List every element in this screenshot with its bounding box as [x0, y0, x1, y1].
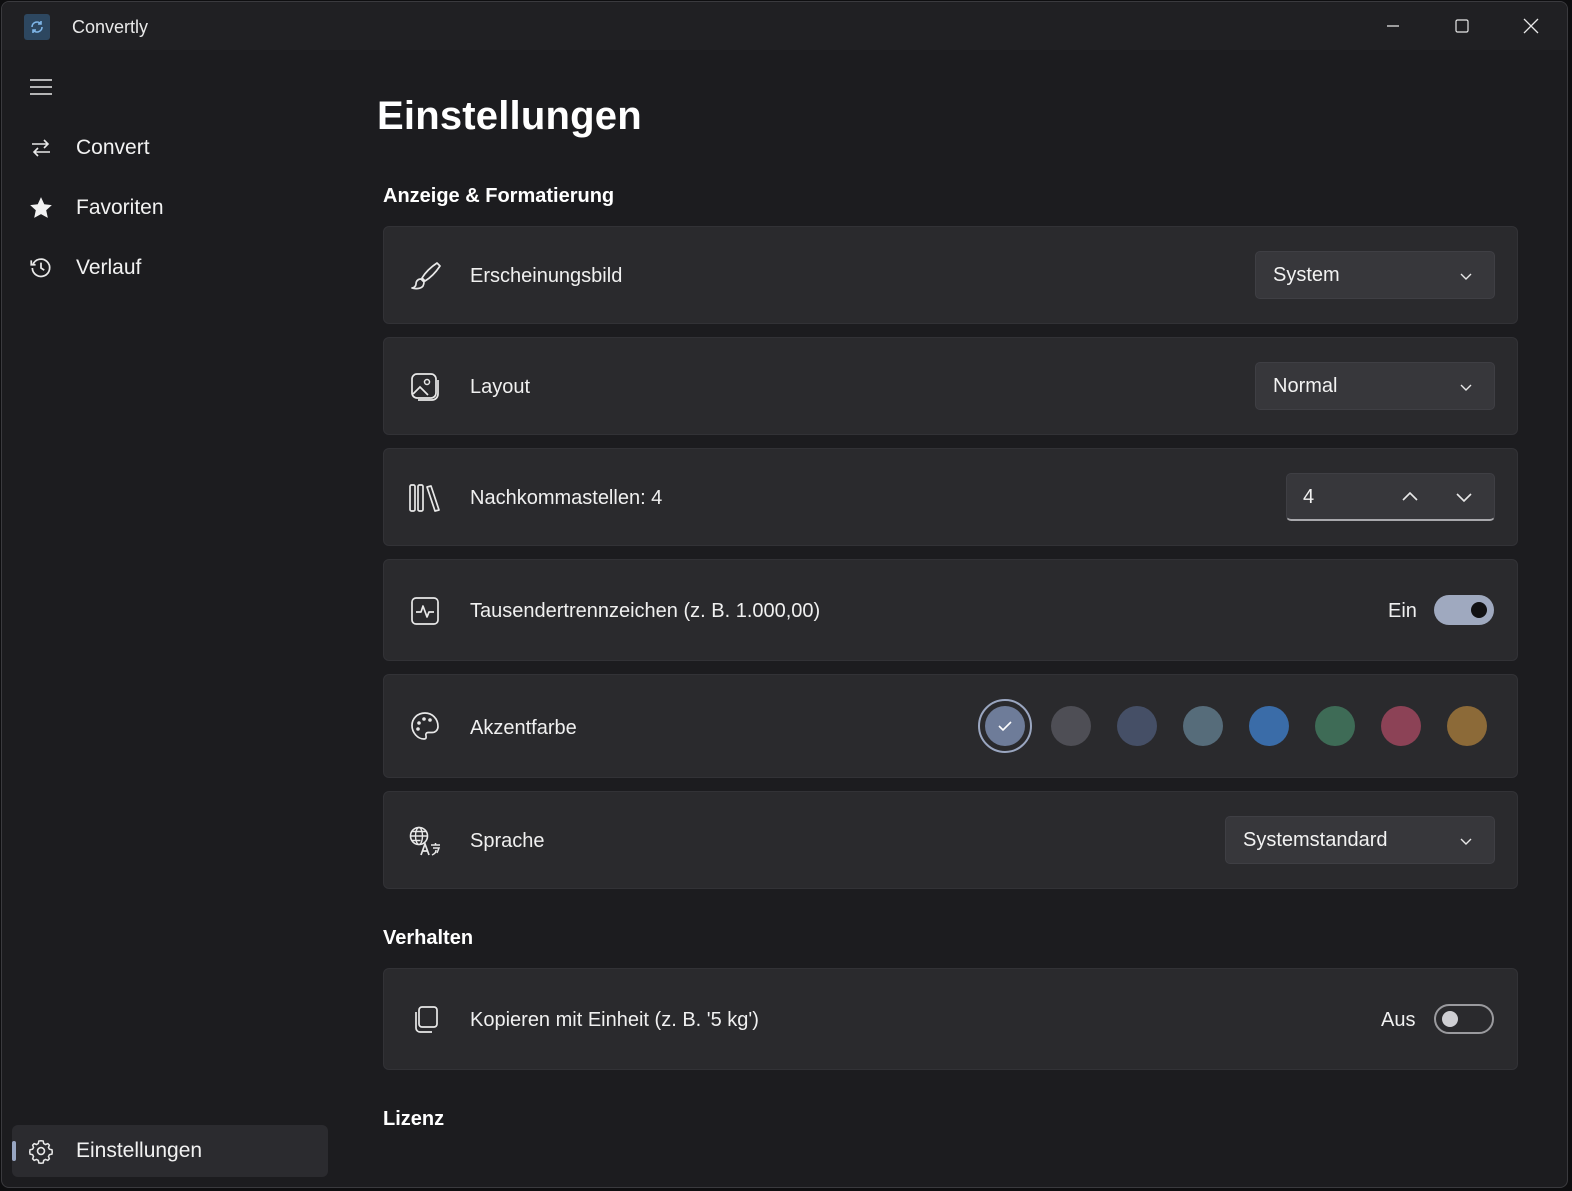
pulse-icon [408, 594, 442, 628]
app-logo-icon [24, 14, 50, 40]
decimals-stepper[interactable]: 4 [1286, 473, 1495, 521]
sidebar-item-verlauf[interactable]: Verlauf [12, 242, 328, 294]
maximize-icon [1455, 19, 1469, 33]
stepper-value: 4 [1303, 486, 1315, 508]
checkmark-icon [998, 721, 1012, 732]
setting-label: Nachkommastellen: 4 [470, 487, 663, 509]
setting-label: Erscheinungsbild [470, 265, 623, 287]
setting-card-thousands: Tausendertrennzeichen (z. B. 1.000,00) E… [383, 559, 1518, 661]
accent-swatch-7[interactable] [1447, 706, 1487, 746]
setting-card-decimals: Nachkommastellen: 4 4 [383, 448, 1518, 546]
history-icon [28, 255, 54, 281]
minimize-button[interactable] [1359, 2, 1427, 50]
setting-label: Sprache [470, 830, 545, 852]
brush-icon [408, 259, 442, 293]
accent-swatch-2[interactable] [1117, 706, 1157, 746]
library-icon [408, 481, 442, 515]
appearance-dropdown[interactable]: System [1255, 251, 1495, 299]
palette-icon [408, 709, 442, 743]
section-header-license: Lizenz [383, 1108, 445, 1130]
arrows-swap-icon [28, 135, 54, 161]
app-title: Convertly [72, 17, 149, 37]
sidebar-item-favoriten[interactable]: Favoriten [12, 182, 328, 234]
chevron-up-icon [1402, 491, 1418, 501]
chevron-down-icon [1460, 838, 1472, 845]
toggle-knob [1442, 1011, 1458, 1027]
sidebar-item-convert[interactable]: Convert [12, 122, 328, 174]
accent-swatch-6[interactable] [1381, 706, 1421, 746]
layout-dropdown[interactable]: Normal [1255, 362, 1495, 410]
toggle-knob [1471, 602, 1487, 618]
hamburger-menu-button[interactable] [24, 72, 58, 102]
setting-card-appearance: Erscheinungsbild System [383, 226, 1518, 324]
close-button[interactable] [1497, 2, 1565, 50]
dropdown-value: Normal [1273, 375, 1338, 397]
setting-label: Kopieren mit Einheit (z. B. '5 kg') [470, 1009, 759, 1031]
copy-icon [408, 1003, 442, 1037]
hamburger-icon [30, 79, 52, 95]
sidebar-item-label: Favoriten [76, 196, 164, 219]
dropdown-value: Systemstandard [1243, 829, 1388, 851]
setting-label: Tausendertrennzeichen (z. B. 1.000,00) [470, 600, 821, 622]
thousands-toggle[interactable] [1434, 595, 1494, 625]
maximize-button[interactable] [1428, 2, 1496, 50]
toggle-state-label: Aus [1381, 1009, 1416, 1031]
image-icon [408, 370, 442, 404]
sidebar-item-label: Einstellungen [76, 1139, 203, 1162]
setting-label: Layout [470, 376, 531, 398]
accent-swatch-5[interactable] [1315, 706, 1355, 746]
close-icon [1523, 18, 1539, 34]
selection-indicator [12, 1141, 16, 1161]
sidebar-item-label: Convert [76, 136, 150, 159]
decrement-button[interactable] [1447, 482, 1481, 512]
sidebar-item-einstellungen[interactable]: Einstellungen [12, 1125, 328, 1177]
title-bar[interactable]: Convertly [2, 2, 1567, 50]
accent-swatch-0[interactable] [985, 706, 1025, 746]
translate-icon [408, 824, 442, 858]
minimize-icon [1387, 25, 1399, 27]
copy-unit-toggle[interactable] [1434, 1004, 1494, 1034]
setting-card-layout: Layout Normal [383, 337, 1518, 435]
setting-card-copy-unit: Kopieren mit Einheit (z. B. '5 kg') Aus [383, 968, 1518, 1070]
chevron-down-icon [1456, 493, 1472, 503]
setting-label: Akzentfarbe [470, 717, 577, 739]
gear-icon [28, 1138, 54, 1164]
chevron-down-icon [1460, 273, 1472, 280]
star-icon [28, 195, 54, 221]
increment-button[interactable] [1393, 482, 1427, 512]
toggle-state-label: Ein [1388, 600, 1417, 622]
accent-swatch-1[interactable] [1051, 706, 1091, 746]
dropdown-value: System [1273, 264, 1340, 286]
setting-card-accent: Akzentfarbe [383, 674, 1518, 778]
accent-swatch-3[interactable] [1183, 706, 1223, 746]
accent-swatch-4[interactable] [1249, 706, 1289, 746]
page-title: Einstellungen [377, 94, 642, 138]
app-window: Convertly Convert Favoriten Verlauf Eins… [1, 1, 1568, 1188]
chevron-down-icon [1460, 384, 1472, 391]
sidebar-item-label: Verlauf [76, 256, 142, 279]
section-header-behavior: Verhalten [383, 927, 474, 949]
language-dropdown[interactable]: Systemstandard [1225, 816, 1495, 864]
section-header-display: Anzeige & Formatierung [383, 185, 615, 207]
setting-card-language: Sprache Systemstandard [383, 791, 1518, 889]
